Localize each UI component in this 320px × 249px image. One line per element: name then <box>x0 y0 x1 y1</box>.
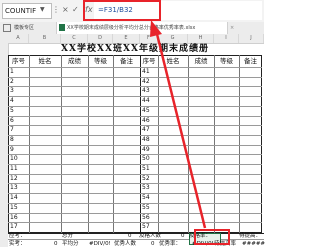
arrow-head <box>150 20 162 37</box>
arrow-shaft <box>154 29 207 229</box>
annotation-arrow <box>150 20 207 229</box>
